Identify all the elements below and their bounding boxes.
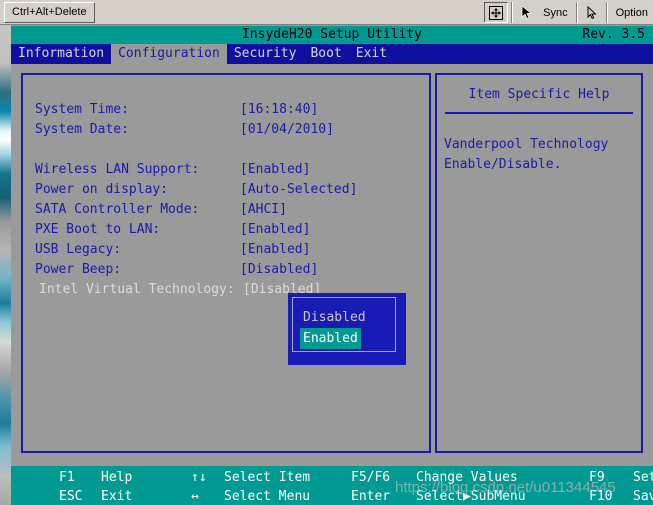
setting-value[interactable]: [Auto-Selected] [240, 180, 423, 200]
footer-text-save-and-exit: Save and Exit [633, 489, 653, 504]
watermark-url: https://blog.csdn.net/u011344545 [395, 479, 616, 496]
setting-value[interactable]: [Enabled] [240, 240, 423, 260]
setting-value[interactable]: [Enabled] [240, 160, 423, 180]
setting-value[interactable]: [AHCI] [240, 200, 423, 220]
footer-key-f1: F1 [59, 470, 75, 485]
setting-row-usb-legacy[interactable]: USB Legacy: [Enabled] [35, 240, 423, 260]
bios-setup-screen: Ctrl+Alt+Delete Sync Option InsydeH20 Se… [0, 0, 653, 505]
bios-title-bar: InsydeH20 Setup Utility Rev. 3.5 [11, 26, 653, 44]
tab-boot[interactable]: Boot [303, 44, 348, 64]
footer-text-exit: Exit [101, 489, 133, 504]
ctrl-alt-delete-button[interactable]: Ctrl+Alt+Delete [4, 1, 95, 23]
setting-row-wireless-lan-support[interactable]: Wireless LAN Support: [Enabled] [35, 160, 423, 180]
setting-label: System Date: [35, 122, 129, 137]
setting-label: Intel Virtual Technology: [39, 282, 235, 297]
tab-security[interactable]: Security [227, 44, 304, 64]
setting-row-pxe-boot-to-lan[interactable]: PXE Boot to LAN: [Enabled] [35, 220, 423, 240]
setting-label: Power on display: [35, 182, 169, 197]
setting-label: System Time: [35, 102, 129, 117]
help-text-line-1: Vanderpool Technology [444, 137, 609, 152]
settings-list: System Time: [16:18:40] System Date: [01… [35, 100, 423, 300]
setting-row-system-time[interactable]: System Time: [16:18:40] [35, 100, 423, 120]
toolbar-divider-3 [605, 2, 608, 23]
footer-key-leftright: ↔ [191, 489, 199, 504]
pointer-arrow-icon[interactable] [581, 3, 603, 22]
tab-information[interactable]: Information [11, 44, 111, 64]
move-arrows-icon[interactable] [484, 2, 509, 23]
setting-row-power-on-display[interactable]: Power on display: [Auto-Selected] [35, 180, 423, 200]
value-dropdown-popup[interactable]: Disabled Enabled [288, 293, 406, 365]
help-panel-title: Item Specific Help [468, 87, 610, 102]
setting-value[interactable]: [Disabled] [240, 260, 423, 280]
footer-text-select-item: Select Item [224, 470, 311, 485]
setting-row-system-date[interactable]: System Date: [01/04/2010] [35, 120, 423, 140]
console-edge-strip [0, 25, 11, 505]
setting-label: Power Beep: [35, 262, 122, 277]
settings-panel: System Time: [16:18:40] System Date: [01… [21, 73, 431, 453]
dropdown-option-disabled[interactable]: Disabled [300, 307, 369, 328]
dropdown-option-enabled-row[interactable]: Enabled [300, 328, 369, 349]
footer-text-select-menu: Select Menu [224, 489, 311, 504]
dropdown-option-disabled-row[interactable]: Disabled [300, 307, 369, 328]
setting-value[interactable]: [16:18:40] [240, 100, 423, 120]
tab-configuration[interactable]: Configuration [111, 44, 227, 64]
menu-bar: Information Configuration Security Boot … [11, 44, 653, 64]
toolbar-divider-1 [511, 2, 514, 23]
toolbar-divider-2 [575, 2, 578, 23]
tab-exit[interactable]: Exit [349, 44, 394, 64]
setting-label: Wireless LAN Support: [35, 162, 200, 177]
bios-body: System Time: [16:18:40] System Date: [01… [11, 64, 653, 463]
dropdown-options: Disabled Enabled [300, 307, 369, 349]
footer-key-enter: Enter [351, 489, 391, 504]
footer-text-help: Help [101, 470, 133, 485]
setting-row-power-beep[interactable]: Power Beep: [Disabled] [35, 260, 423, 280]
item-specific-help-panel: Item Specific Help Vanderpool Technology… [435, 73, 643, 453]
sync-label[interactable]: Sync [538, 7, 572, 19]
footer-key-f5-f6: F5/F6 [351, 470, 391, 485]
option-menu-label[interactable]: Option [611, 7, 653, 19]
help-text-line-2: Enable/Disable. [444, 157, 562, 172]
settings-spacer [35, 140, 423, 160]
remote-console-toolbar: Ctrl+Alt+Delete Sync Option [0, 0, 653, 25]
setting-label: USB Legacy: [35, 242, 122, 257]
bios-revision: Rev. 3.5 [582, 27, 645, 42]
setting-label: PXE Boot to LAN: [35, 222, 161, 237]
dropdown-option-enabled[interactable]: Enabled [300, 328, 361, 349]
help-panel-divider [445, 112, 633, 114]
setting-value[interactable]: [Enabled] [240, 220, 423, 240]
footer-key-updown: ↑↓ [191, 470, 207, 485]
cursor-arrow-icon[interactable] [516, 3, 538, 22]
toolbar-right-group: Sync Option [484, 0, 653, 25]
setting-value[interactable]: [01/04/2010] [240, 120, 423, 140]
footer-text-setup-default: Setup Default [633, 470, 653, 485]
help-panel-text: Vanderpool Technology Enable/Disable. [444, 135, 636, 175]
setting-label: SATA Controller Mode: [35, 202, 200, 217]
setting-row-sata-controller-mode[interactable]: SATA Controller Mode: [AHCI] [35, 200, 423, 220]
footer-key-esc: ESC [59, 489, 83, 504]
bios-title: InsydeH20 Setup Utility [241, 27, 422, 42]
